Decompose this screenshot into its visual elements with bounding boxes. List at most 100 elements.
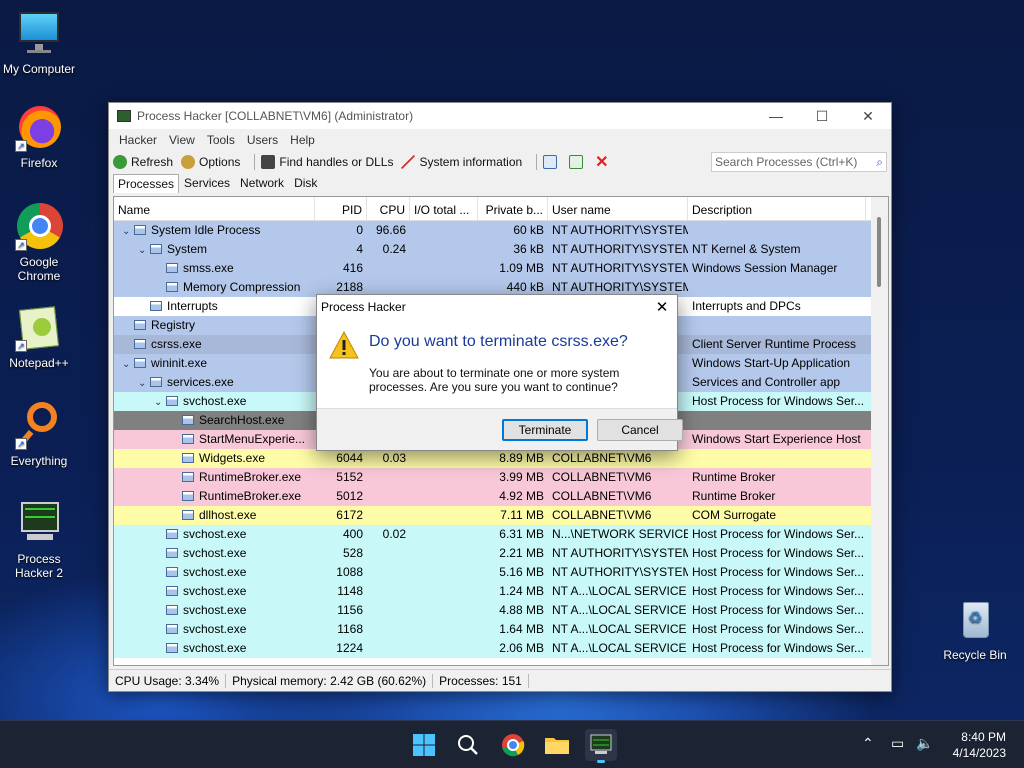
tab-disk[interactable]: Disk: [289, 173, 322, 193]
cell-priv: 6.31 MB: [499, 527, 544, 541]
search-taskbar-button[interactable]: [452, 729, 484, 761]
tree-expander-icon[interactable]: ⌄: [154, 393, 166, 411]
column-header-private-bytes[interactable]: Private b...: [478, 197, 548, 220]
window-button[interactable]: [543, 155, 561, 169]
tab-processes[interactable]: Processes: [113, 174, 180, 193]
search-input[interactable]: Search Processes (Ctrl+K) ⌕: [711, 152, 887, 172]
table-row[interactable]: svchost.exe 1148 1.24 MB NT A...\LOCAL SERV…: [114, 582, 888, 601]
cancel-button[interactable]: Cancel: [597, 419, 683, 441]
table-row[interactable]: dllhost.exe 6172 7.11 MB COLLABNET\VM6 COM S…: [114, 506, 888, 525]
cell-priv: 1.09 MB: [499, 261, 544, 275]
table-row[interactable]: svchost.exe 1156 4.88 MB NT A...\LOCAL SERV…: [114, 601, 888, 620]
process-name: RuntimeBroker.exe: [199, 470, 302, 484]
chrome-taskbar-button[interactable]: [497, 729, 529, 761]
menu-help[interactable]: Help: [284, 133, 321, 147]
cell-user: NT A...\LOCAL SERVICE: [552, 603, 687, 617]
dialog-titlebar[interactable]: Process Hacker ✕: [317, 295, 677, 319]
column-header-description[interactable]: Description: [688, 197, 866, 220]
volume-icon[interactable]: 🔈: [916, 735, 933, 752]
system-information-button[interactable]: System information: [401, 155, 522, 169]
menu-view[interactable]: View: [163, 133, 201, 147]
table-row[interactable]: svchost.exe 400 0.02 6.31 MB N...\NETWORK SE…: [114, 525, 888, 544]
cell-priv: 60 kB: [513, 223, 544, 237]
window-titlebar[interactable]: Process Hacker [COLLABNET\VM6] (Administ…: [109, 103, 891, 129]
chevron-up-icon[interactable]: ⌃: [862, 735, 874, 752]
table-row[interactable]: svchost.exe 1088 5.16 MB NT AUTHORITY\SYSTE…: [114, 563, 888, 582]
tree-expander-icon[interactable]: ⌄: [122, 355, 134, 373]
tab-network[interactable]: Network: [235, 173, 289, 193]
table-row[interactable]: Widgets.exe 6044 0.03 8.89 MB COLLABNET\VM6: [114, 449, 888, 468]
cell-io: [410, 468, 478, 487]
table-row[interactable]: RuntimeBroker.exe 5152 3.99 MB COLLABNET\VM…: [114, 468, 888, 487]
desktop-icon-recycle-bin[interactable]: ♻ Recycle Bin: [936, 596, 1014, 662]
column-header-io[interactable]: I/O total ...: [410, 197, 478, 220]
menu-users[interactable]: Users: [241, 133, 284, 147]
desktop-icon-notepadpp[interactable]: ↗ Notepad++: [0, 304, 78, 370]
cell-io: [410, 259, 478, 278]
tree-expander-icon[interactable]: ⌄: [122, 222, 134, 240]
table-row[interactable]: svchost.exe 1168 1.64 MB NT A...\LOCAL SERV…: [114, 620, 888, 639]
menu-hacker[interactable]: Hacker: [113, 133, 163, 147]
tab-services[interactable]: Services: [179, 173, 235, 193]
table-row[interactable]: svchost.exe 1224 2.06 MB NT A...\LOCAL SERV…: [114, 639, 888, 658]
desktop-icon-process-hacker[interactable]: Process Hacker 2: [0, 500, 78, 580]
clock[interactable]: 8:40 PM 4/14/2023: [953, 729, 1006, 761]
cell-io: [410, 544, 478, 563]
cell-cpu: [367, 544, 410, 563]
column-header-user[interactable]: User name: [548, 197, 688, 220]
process-hacker-taskbar-button[interactable]: [585, 729, 617, 763]
column-header-cpu[interactable]: CPU: [367, 197, 410, 220]
column-header-name[interactable]: Name: [114, 197, 315, 220]
process-icon: [134, 339, 146, 349]
cell-name: ⌄ wininit.exe: [114, 354, 315, 373]
desktop-icon-chrome[interactable]: ↗ Google Chrome: [0, 203, 78, 283]
process-name: smss.exe: [183, 261, 234, 275]
terminate-button[interactable]: Terminate: [502, 419, 588, 441]
cell-name: svchost.exe: [114, 639, 315, 658]
cell-name: dllhost.exe: [114, 506, 315, 525]
firefox-icon: ↗: [15, 104, 63, 152]
minimize-button[interactable]: —: [753, 108, 799, 125]
tree-expander-icon[interactable]: ⌄: [138, 241, 150, 259]
table-row[interactable]: RuntimeBroker.exe 5012 4.92 MB COLLABNET\VM…: [114, 487, 888, 506]
cell-user: NT A...\LOCAL SERVICE: [552, 584, 687, 598]
window-arrow-button[interactable]: [569, 155, 587, 169]
maximize-button[interactable]: ☐: [799, 108, 845, 125]
process-icon: [134, 358, 146, 368]
file-explorer-taskbar-button[interactable]: [541, 729, 573, 761]
desktop-icon-everything[interactable]: ↗ Everything: [0, 402, 78, 468]
options-button[interactable]: Options: [181, 155, 240, 169]
cell-user: NT AUTHORITY\SYSTEM: [552, 261, 688, 275]
close-button[interactable]: ✕: [845, 108, 891, 125]
column-header-pid[interactable]: PID: [315, 197, 367, 220]
start-button[interactable]: [408, 729, 440, 761]
dialog-close-button[interactable]: ✕: [647, 298, 677, 316]
process-name: Registry: [151, 318, 196, 332]
tree-expander-icon[interactable]: ⌄: [138, 374, 150, 392]
tab-strip: Processes Services Network Disk: [109, 173, 891, 193]
vertical-scrollbar[interactable]: [871, 197, 888, 665]
process-icon: [166, 263, 178, 273]
cell-desc: Host Process for Windows Ser...: [692, 565, 865, 579]
process-icon: [166, 396, 178, 406]
cell-cpu: [367, 582, 410, 601]
desktop-icon-firefox[interactable]: ↗ Firefox: [0, 104, 78, 170]
table-row[interactable]: smss.exe 416 1.09 MB NT AUTHORITY\SYSTEM Win…: [114, 259, 888, 278]
process-icon: [166, 567, 178, 577]
table-row[interactable]: ⌄ System 4 0.24 36 kB NT AUTHORITY\SYSTEM NT K…: [114, 240, 888, 259]
find-handles-button[interactable]: Find handles or DLLs: [261, 155, 393, 169]
scrollbar-thumb[interactable]: [877, 217, 881, 287]
terminate-toolbar-button[interactable]: ✕: [595, 152, 608, 172]
cell-name: svchost.exe: [114, 582, 315, 601]
cell-desc: Services and Controller app: [692, 375, 841, 389]
process-icon: [166, 605, 178, 615]
desktop-icon-my-computer[interactable]: My Computer: [0, 10, 78, 76]
table-row[interactable]: svchost.exe 528 2.21 MB NT AUTHORITY\SYSTEM…: [114, 544, 888, 563]
network-icon[interactable]: ▭: [891, 735, 904, 752]
menu-tools[interactable]: Tools: [201, 133, 241, 147]
cell-cpu: [367, 487, 410, 506]
table-row[interactable]: ⌄ System Idle Process 0 96.66 60 kB NT AUTHOR…: [114, 221, 888, 240]
refresh-button[interactable]: Refresh: [113, 155, 173, 169]
cell-io: [410, 582, 478, 601]
cell-io: [410, 449, 478, 468]
